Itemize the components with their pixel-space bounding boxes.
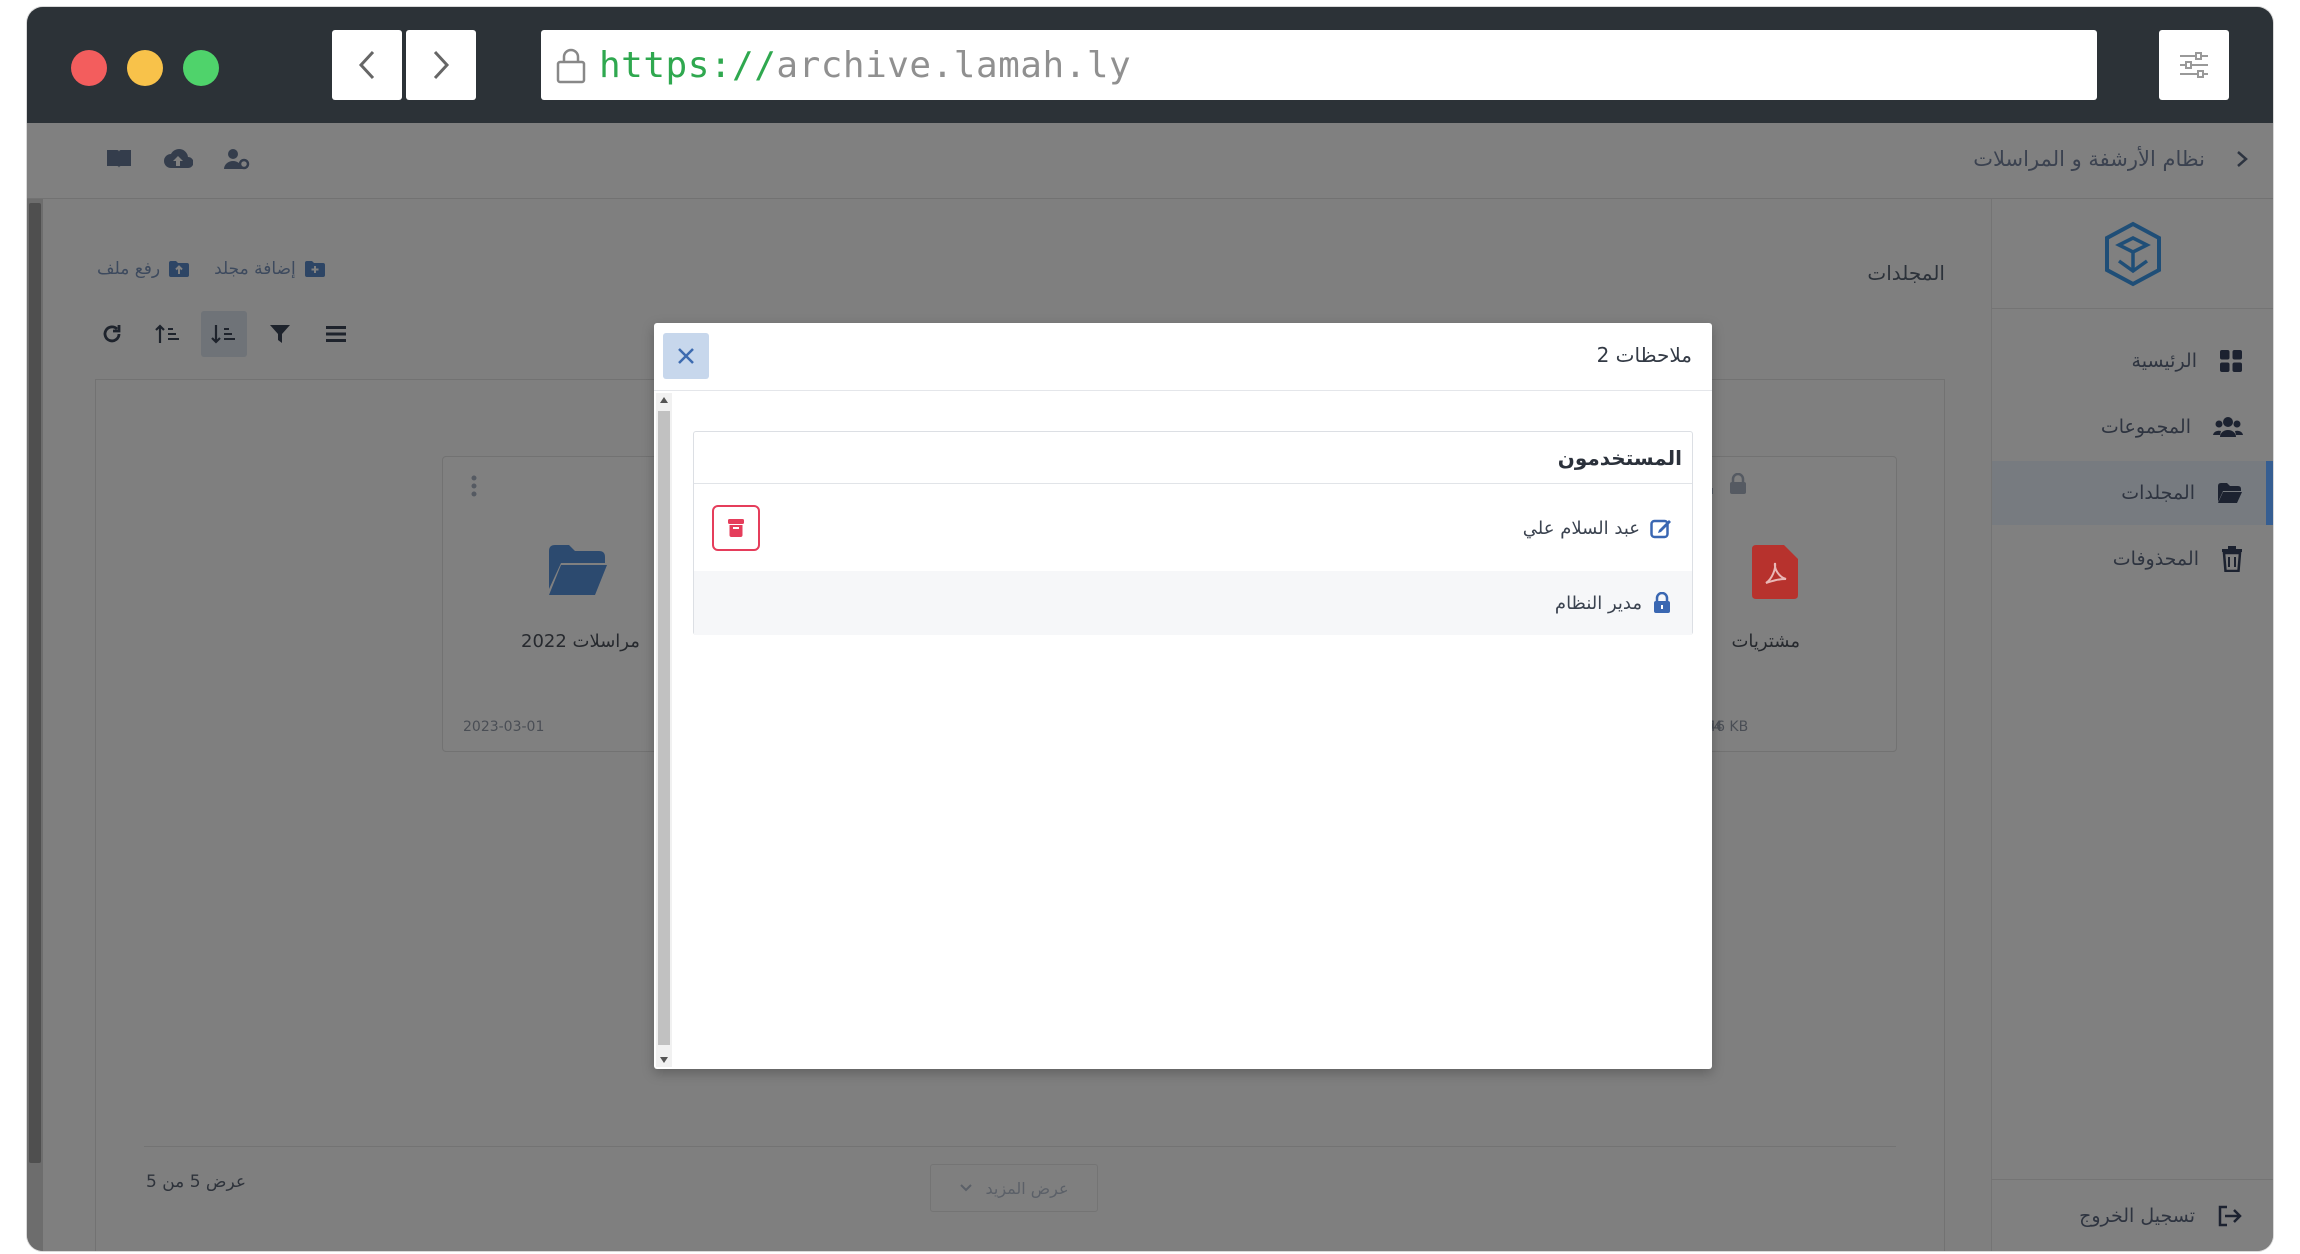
- user-row: مدير النظام: [694, 571, 1692, 635]
- sidebar-item-label: المجموعات: [2100, 416, 2191, 438]
- sort-ascending-icon: [155, 324, 179, 343]
- filter-button[interactable]: [257, 311, 303, 357]
- page-scrollbar[interactable]: [27, 199, 43, 1251]
- delete-user-button[interactable]: [712, 505, 760, 551]
- view-toolbar: [89, 311, 359, 357]
- sort-descending-button[interactable]: [201, 311, 247, 357]
- close-window-button[interactable]: [71, 50, 107, 86]
- load-more-label: عرض المزيد: [985, 1178, 1069, 1198]
- load-more-button[interactable]: عرض المزيد: [930, 1164, 1098, 1212]
- app-topbar: نظام الأرشفة و المراسلات: [27, 123, 2273, 199]
- modal-scrollbar[interactable]: [656, 393, 672, 1067]
- folder-card-title: مراسلات 2022: [521, 631, 640, 652]
- sliders-icon: [2180, 52, 2208, 78]
- chevron-down-icon: [960, 1184, 973, 1192]
- book-icon[interactable]: [105, 147, 133, 171]
- results-count: عرض 5 من 5: [146, 1172, 246, 1192]
- upload-file-label: رفع ملف: [97, 259, 161, 279]
- minimize-window-button[interactable]: [127, 50, 163, 86]
- modal-close-button[interactable]: [663, 333, 709, 379]
- folder-actions: إضافة مجلد رفع ملف: [97, 259, 326, 279]
- browser-settings-button[interactable]: [2159, 30, 2229, 100]
- lock-icon: [1654, 592, 1670, 613]
- refresh-icon: [103, 325, 121, 343]
- edit-icon: [1650, 519, 1671, 539]
- users-section-header: المستخدمون: [694, 432, 1692, 484]
- modal-header: ملاحظات 2: [654, 323, 1712, 391]
- refresh-button[interactable]: [89, 311, 135, 357]
- modal-scrollbar-thumb[interactable]: [658, 411, 670, 1045]
- close-icon: [678, 348, 694, 364]
- sidebar-item-label: المحذوفات: [2112, 548, 2199, 570]
- url-protocol: https://: [599, 44, 777, 86]
- url-text: https://archive.lamah.ly: [599, 45, 1131, 86]
- modal-title: ملاحظات 2: [1596, 343, 1692, 367]
- user-row: عبد السلام علي: [694, 485, 1692, 571]
- cloud-upload-icon[interactable]: [163, 147, 193, 171]
- folder-upload-icon: [169, 261, 190, 277]
- pdf-file-icon: [1752, 545, 1798, 599]
- lock-icon: [1730, 473, 1746, 494]
- folder-open-icon: [549, 545, 607, 595]
- sidebar-item-deleted[interactable]: المحذوفات: [1992, 527, 2273, 591]
- filter-icon: [270, 325, 290, 343]
- logout-button[interactable]: تسجيل الخروج: [1992, 1179, 2273, 1251]
- grid-icon: [2220, 350, 2242, 372]
- app-logo: [1992, 199, 2273, 309]
- forward-button[interactable]: [406, 30, 476, 100]
- list-icon: [326, 326, 346, 342]
- sidebar-item-groups[interactable]: المجموعات: [1992, 395, 2273, 459]
- browser-titlebar: https://archive.lamah.ly: [27, 7, 2273, 123]
- chevron-right-icon[interactable]: [2235, 149, 2249, 169]
- app-title: نظام الأرشفة و المراسلات: [1973, 147, 2205, 171]
- sort-descending-icon: [211, 325, 235, 344]
- folder-plus-icon: [304, 261, 325, 277]
- list-view-button[interactable]: [313, 311, 359, 357]
- address-bar[interactable]: https://archive.lamah.ly: [541, 30, 2097, 100]
- logout-label: تسجيل الخروج: [2079, 1204, 2195, 1227]
- topbar-icons: [105, 147, 251, 171]
- chevron-right-icon: [433, 50, 450, 80]
- maximize-window-button[interactable]: [183, 50, 219, 86]
- upload-file-button[interactable]: رفع ملف: [97, 259, 190, 279]
- user-name: مدير النظام: [1554, 592, 1642, 614]
- sidebar: الرئيسية المجموعات المجلدات المحذوفات تس…: [1991, 199, 2273, 1251]
- panel-divider: [144, 1146, 1896, 1147]
- user-settings-icon[interactable]: [223, 147, 251, 171]
- user-name: عبد السلام علي: [1522, 517, 1640, 539]
- sidebar-item-label: الرئيسية: [2131, 350, 2197, 372]
- section-title: المجلدات: [1867, 261, 1945, 285]
- lock-icon: [556, 48, 586, 84]
- kebab-menu-icon[interactable]: [471, 475, 477, 497]
- trash-icon: [2222, 546, 2242, 572]
- trash-icon: [728, 519, 744, 537]
- notes-modal: ملاحظات 2 المستخدمون عبد السلام علي مدير…: [654, 323, 1712, 1069]
- users-section: المستخدمون عبد السلام علي مدير النظام: [693, 431, 1693, 635]
- page-scrollbar-thumb[interactable]: [29, 203, 41, 1163]
- users-icon: [2213, 417, 2243, 437]
- add-folder-button[interactable]: إضافة مجلد: [214, 259, 326, 279]
- scroll-up-arrow-icon[interactable]: [660, 397, 668, 403]
- chevron-left-icon: [358, 50, 375, 80]
- archive-box-logo-icon: [2104, 221, 2161, 286]
- add-folder-label: إضافة مجلد: [214, 259, 296, 279]
- back-button[interactable]: [332, 30, 402, 100]
- url-host: archive.lamah.ly: [776, 44, 1132, 86]
- folder-open-icon: [2218, 483, 2242, 503]
- browser-window: https://archive.lamah.ly نظام الأرشفة و …: [27, 7, 2273, 1251]
- sidebar-item-folders[interactable]: المجلدات: [1992, 461, 2273, 525]
- folder-card-date: 2023-03-01: [463, 719, 545, 735]
- logout-icon: [2218, 1205, 2242, 1226]
- file-card-title: مشتريات: [1731, 631, 1800, 652]
- sidebar-item-home[interactable]: الرئيسية: [1992, 329, 2273, 393]
- scroll-down-arrow-icon[interactable]: [660, 1057, 668, 1063]
- folder-card[interactable]: مراسلات 2022 2023-03-01: [442, 456, 682, 752]
- sidebar-item-label: المجلدات: [2121, 482, 2195, 504]
- sort-ascending-button[interactable]: [145, 311, 191, 357]
